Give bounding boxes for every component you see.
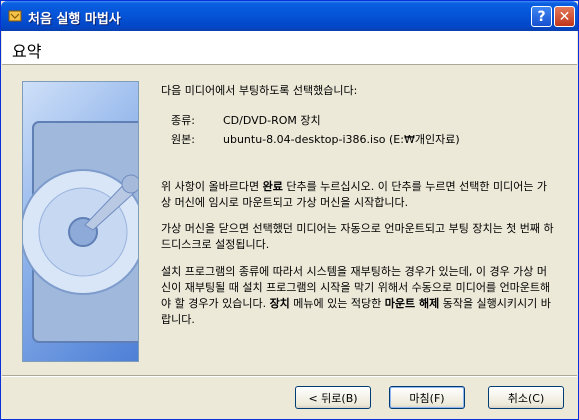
- window-title: 처음 실행 마법사: [28, 12, 121, 27]
- virtualbox-app-icon: [8, 10, 22, 22]
- unmount-paragraph: 가상 머신을 닫으면 선택했던 미디어는 자동으로 언마운트되고 부팅 장치는 …: [161, 222, 554, 251]
- text-span: 메뉴에 있는 적당한: [289, 297, 385, 310]
- source-value: ubuntu-8.04-desktop-i386.iso (E:₩개인자료): [223, 133, 460, 146]
- hard-disk-icon: [23, 121, 138, 343]
- reboot-paragraph: 설치 프로그램의 종류에 따라서 시스템을 재부팅하는 경우가 있는데, 이 경…: [161, 264, 556, 328]
- instruction-paragraph: 위 사항이 올바르다면 완료 단추를 누르십시오. 이 단추를 누르면 선택한 …: [161, 179, 556, 211]
- page-title: 요약: [12, 42, 42, 61]
- title-bar[interactable]: 처음 실행 마법사 ? ✕: [1, 1, 578, 31]
- finish-button[interactable]: 마침(F): [389, 386, 465, 409]
- page-header: 요약: [2, 31, 577, 65]
- type-value: CD/DVD-ROM 장치: [223, 114, 321, 127]
- help-button[interactable]: ?: [531, 6, 552, 27]
- type-row: 종류: CD/DVD-ROM 장치: [171, 113, 321, 129]
- cancel-button[interactable]: 취소(C): [488, 386, 564, 409]
- text-span: 위 사항이 올바르다면: [161, 180, 263, 193]
- type-label: 종류:: [171, 114, 195, 127]
- back-button[interactable]: < 뒤로(B): [295, 386, 371, 409]
- footer-divider: [2, 375, 577, 377]
- finish-emphasis: 완료: [262, 180, 283, 193]
- source-row: 원본: ubuntu-8.04-desktop-i386.iso (E:₩개인자료…: [171, 132, 460, 148]
- close-button[interactable]: ✕: [554, 6, 575, 27]
- source-label: 원본:: [171, 133, 195, 146]
- hard-disk-illustration: [22, 81, 139, 362]
- unmount-emphasis: 마운트 해제: [384, 297, 440, 310]
- intro-text: 다음 미디어에서 부팅하도록 선택했습니다:: [161, 84, 358, 97]
- devices-emphasis: 장치: [269, 297, 290, 310]
- wizard-window: 처음 실행 마법사 ? ✕ 요약 다음 미디어에서 부팅하도록 선택했습니다: …: [0, 0, 579, 420]
